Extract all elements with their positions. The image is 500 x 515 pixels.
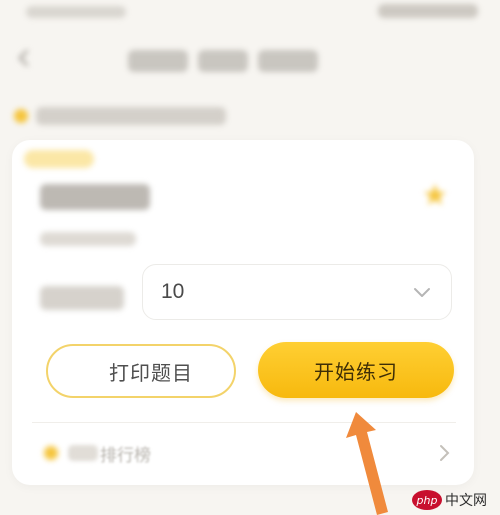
card-subtitle xyxy=(40,232,136,246)
chevron-down-icon xyxy=(411,281,433,303)
start-practice-button[interactable]: 开始练习 xyxy=(258,342,454,398)
chevron-right-icon xyxy=(434,443,454,463)
category-tag xyxy=(24,150,94,168)
status-time xyxy=(26,6,126,18)
print-questions-button[interactable]: 打印题目 xyxy=(46,344,236,398)
ranking-prefix xyxy=(68,445,98,461)
watermark-logo: php xyxy=(412,490,442,510)
question-count-select[interactable]: 10 xyxy=(142,264,452,320)
card-title xyxy=(40,184,150,210)
question-count-value: 10 xyxy=(161,280,185,303)
trophy-icon xyxy=(42,444,60,462)
arrow-up-icon xyxy=(330,408,410,515)
breadcrumb-dot-icon xyxy=(14,109,28,123)
breadcrumb-text xyxy=(36,107,226,125)
app-screen: 10 打印题目 开始练习 排行榜 php 中文网 xyxy=(0,0,500,515)
site-watermark: php 中文网 xyxy=(412,489,494,511)
page-title xyxy=(128,50,338,74)
question-count-label xyxy=(40,286,124,310)
chevron-left-icon[interactable] xyxy=(14,48,34,68)
status-bar xyxy=(0,0,500,40)
star-icon[interactable] xyxy=(422,182,448,208)
status-indicators xyxy=(378,4,478,18)
breadcrumb xyxy=(14,104,244,128)
watermark-text: 中文网 xyxy=(445,493,487,509)
